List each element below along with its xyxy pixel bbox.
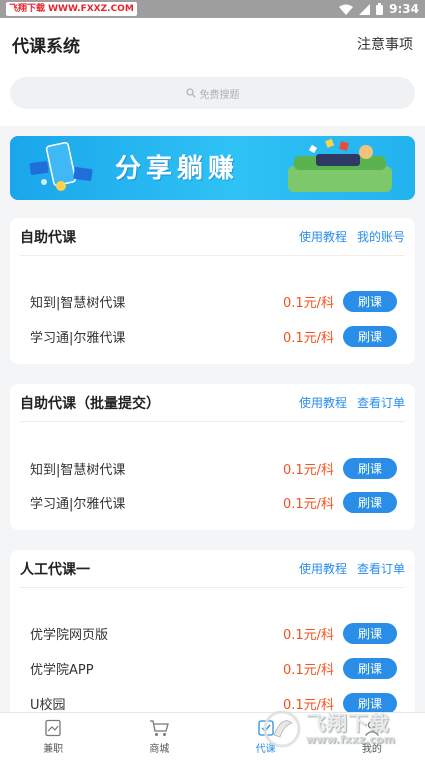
list-item: 优学院网页版 0.1元/科 刷课 bbox=[30, 622, 397, 644]
watermark-brand: 飞翔下载 bbox=[306, 710, 390, 735]
sofa-illustration-icon bbox=[288, 138, 392, 192]
course-name: 知到|智慧树代课 bbox=[30, 462, 126, 478]
battery-icon bbox=[376, 3, 384, 15]
wifi-icon bbox=[339, 4, 354, 15]
search-area: 免费搜题 bbox=[0, 70, 425, 126]
section-manual-course: 人工代课一 使用教程 查看订单 优学院网页版 0.1元/科 刷课 优学院APP … bbox=[10, 550, 415, 720]
top-watermark: 飞翔下载 WWW.FXXZ.COM bbox=[6, 2, 137, 16]
course-name: 知到|智慧树代课 bbox=[30, 295, 126, 311]
brush-course-button[interactable]: 刷课 bbox=[343, 622, 397, 644]
clock: 9:34 bbox=[389, 2, 419, 16]
price: 0.1元/科 bbox=[282, 496, 334, 512]
search-placeholder: 免费搜题 bbox=[199, 89, 240, 101]
section-header: 自助代课 使用教程 我的账号 bbox=[20, 218, 405, 256]
list-item: 知到|智慧树代课 0.1元/科 刷课 bbox=[30, 290, 397, 312]
search-icon bbox=[185, 88, 196, 98]
brush-course-button[interactable]: 刷课 bbox=[343, 290, 397, 312]
tutorial-link[interactable]: 使用教程 bbox=[299, 228, 347, 245]
price: 0.1元/科 bbox=[282, 330, 334, 346]
document-icon bbox=[45, 719, 61, 736]
phone-illustration-icon bbox=[29, 141, 93, 191]
section-header: 自助代课（批量提交） 使用教程 查看订单 bbox=[20, 384, 405, 422]
brush-course-button[interactable]: 刷课 bbox=[343, 657, 397, 679]
price: 0.1元/科 bbox=[282, 627, 334, 643]
course-name: U校园 bbox=[30, 697, 66, 713]
price: 0.1元/科 bbox=[282, 662, 334, 678]
brush-course-button[interactable]: 刷课 bbox=[343, 491, 397, 513]
course-name: 优学院APP bbox=[30, 662, 94, 678]
course-name: 学习通|尔雅代课 bbox=[30, 330, 126, 346]
brush-course-button[interactable]: 刷课 bbox=[343, 325, 397, 347]
section-self-service: 自助代课 使用教程 我的账号 知到|智慧树代课 0.1元/科 刷课 学习通|尔雅… bbox=[10, 218, 415, 364]
price: 0.1元/科 bbox=[282, 462, 334, 478]
tab-mall[interactable]: 商城 bbox=[106, 713, 212, 760]
search-input[interactable]: 免费搜题 bbox=[10, 77, 415, 109]
tab-label: 商城 bbox=[149, 743, 170, 755]
section-header: 人工代课一 使用教程 查看订单 bbox=[20, 550, 405, 588]
course-name: 学习通|尔雅代课 bbox=[30, 496, 126, 512]
section-batch-submit: 自助代课（批量提交） 使用教程 查看订单 知到|智慧树代课 0.1元/科 刷课 … bbox=[10, 384, 415, 530]
notice-link[interactable]: 注意事项 bbox=[357, 34, 413, 54]
section-title: 人工代课一 bbox=[20, 561, 90, 578]
page-title: 代课系统 bbox=[12, 36, 80, 57]
site-logo-icon bbox=[263, 710, 301, 748]
watermark-url: www.fxxz.com bbox=[306, 732, 396, 746]
section-title: 自助代课 bbox=[20, 229, 76, 246]
status-indicators: 9:34 bbox=[339, 2, 419, 16]
brush-course-button[interactable]: 刷课 bbox=[343, 457, 397, 479]
download-site-watermark: 飞翔下载 www.fxxz.com bbox=[262, 700, 422, 758]
list-item: 知到|智慧树代课 0.1元/科 刷课 bbox=[30, 457, 397, 479]
section-title: 自助代课（批量提交） bbox=[20, 395, 160, 412]
status-bar: 飞翔下载 WWW.FXXZ.COM 9:34 bbox=[0, 0, 425, 18]
my-account-link[interactable]: 我的账号 bbox=[357, 228, 405, 245]
tutorial-link[interactable]: 使用教程 bbox=[299, 560, 347, 577]
app-header: 代课系统 注意事项 bbox=[0, 18, 425, 70]
list-item: 优学院APP 0.1元/科 刷课 bbox=[30, 657, 397, 679]
signal-icon bbox=[359, 3, 371, 15]
view-orders-link[interactable]: 查看订单 bbox=[357, 394, 405, 411]
cart-icon bbox=[150, 719, 170, 736]
share-banner[interactable]: 分享躺赚 bbox=[10, 136, 415, 200]
list-item: 学习通|尔雅代课 0.1元/科 刷课 bbox=[30, 325, 397, 347]
course-name: 优学院网页版 bbox=[30, 627, 109, 643]
tab-part-time[interactable]: 兼职 bbox=[0, 713, 106, 760]
tutorial-link[interactable]: 使用教程 bbox=[299, 394, 347, 411]
tab-label: 兼职 bbox=[43, 743, 64, 755]
list-item: 学习通|尔雅代课 0.1元/科 刷课 bbox=[30, 491, 397, 513]
price: 0.1元/科 bbox=[282, 295, 334, 311]
view-orders-link[interactable]: 查看订单 bbox=[357, 560, 405, 577]
banner-text: 分享躺赚 bbox=[115, 154, 240, 184]
